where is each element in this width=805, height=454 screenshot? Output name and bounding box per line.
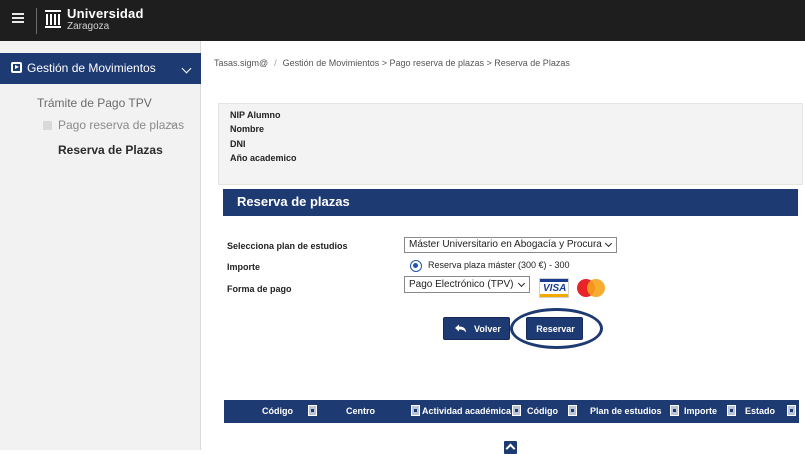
chevron-down-icon (181, 63, 192, 74)
sidebar-item-pago-reserva[interactable]: Pago reserva de plazas (58, 118, 184, 132)
plan-estudios-label: Selecciona plan de estudios (227, 241, 348, 251)
importe-option-label[interactable]: Reserva plaza máster (300 €) - 300 (428, 260, 570, 270)
forma-pago-label: Forma de pago (227, 284, 292, 294)
sidebar: Gestión de Movimientos Trámite de Pago T… (0, 41, 201, 450)
play-square-icon (11, 62, 22, 73)
sort-icon[interactable] (727, 405, 736, 416)
volver-label: Volver (474, 324, 501, 334)
visa-text: VISA (543, 283, 567, 294)
sort-icon[interactable] (411, 405, 420, 416)
column-header-actividad[interactable]: Actividad académica (422, 406, 511, 416)
sort-icon[interactable] (308, 405, 317, 416)
column-header-codigo-2[interactable]: Código (527, 406, 558, 416)
reservations-table-header: Código Centro Actividad académica Código… (224, 400, 799, 423)
highlight-annotation (510, 308, 603, 349)
column-header-codigo[interactable]: Código (262, 406, 293, 416)
breadcrumb-root[interactable]: Tasas.sigm@ (214, 58, 268, 68)
return-arrow-icon (455, 324, 466, 333)
column-header-centro[interactable]: Centro (346, 406, 375, 416)
section-title: Reserva de plazas (237, 194, 350, 209)
sort-icon[interactable] (568, 405, 577, 416)
top-bar: Universidad Zaragoza (0, 0, 805, 41)
forma-pago-select[interactable]: Pago Electrónico (TPV) (404, 276, 530, 293)
logo-subtitle: Zaragoza (67, 21, 110, 32)
chevron-up-icon[interactable] (504, 441, 517, 454)
breadcrumb-separator: / (274, 58, 277, 68)
sidebar-item-gestion-movimientos[interactable]: Gestión de Movimientos (0, 53, 201, 84)
plan-estudios-select[interactable]: Máster Universitario en Abogacía y Procu… (404, 237, 617, 253)
nombre-label: Nombre (230, 124, 265, 134)
student-info-box: NIP Alumno Nombre DNI Año academico (218, 103, 803, 185)
nip-label: NIP Alumno (230, 110, 281, 120)
importe-radio[interactable] (410, 260, 422, 272)
mastercard-logo (576, 277, 606, 299)
chevron-down-icon (604, 239, 613, 248)
sort-icon[interactable] (670, 405, 679, 416)
plan-estudios-value: Máster Universitario en Abogacía y Procu… (409, 239, 602, 250)
breadcrumb: Tasas.sigm@ / Gestión de Movimientos > Pag… (214, 58, 570, 68)
anio-academico-label: Año academico (230, 153, 297, 163)
forma-pago-value: Pago Electrónico (TPV) (409, 279, 514, 290)
column-header-estado[interactable]: Estado (745, 406, 775, 416)
dni-label: DNI (230, 139, 246, 149)
university-building-icon (45, 10, 61, 28)
volver-button[interactable]: Volver (443, 317, 510, 340)
breadcrumb-path: Gestión de Movimientos > Pago reserva de… (282, 58, 570, 68)
importe-label: Importe (227, 262, 261, 272)
sidebar-item-tramite-pago[interactable]: Trámite de Pago TPV (37, 96, 152, 110)
sort-icon[interactable] (512, 405, 521, 416)
section-header: Reserva de plazas (223, 189, 798, 216)
sidebar-item-label: Gestión de Movimientos (27, 61, 156, 75)
chevron-down-icon (517, 279, 526, 288)
logo-divider (36, 8, 37, 34)
visa-logo: VISA (539, 278, 569, 298)
sidebar-item-reserva-plazas[interactable]: Reserva de Plazas (58, 143, 163, 157)
sort-icon[interactable] (787, 405, 796, 416)
play-square-icon (43, 121, 52, 130)
logo-title[interactable]: Universidad (67, 6, 144, 21)
column-header-importe[interactable]: Importe (684, 406, 717, 416)
hamburger-icon[interactable] (12, 13, 24, 25)
column-header-plan[interactable]: Plan de estudios (590, 406, 662, 416)
